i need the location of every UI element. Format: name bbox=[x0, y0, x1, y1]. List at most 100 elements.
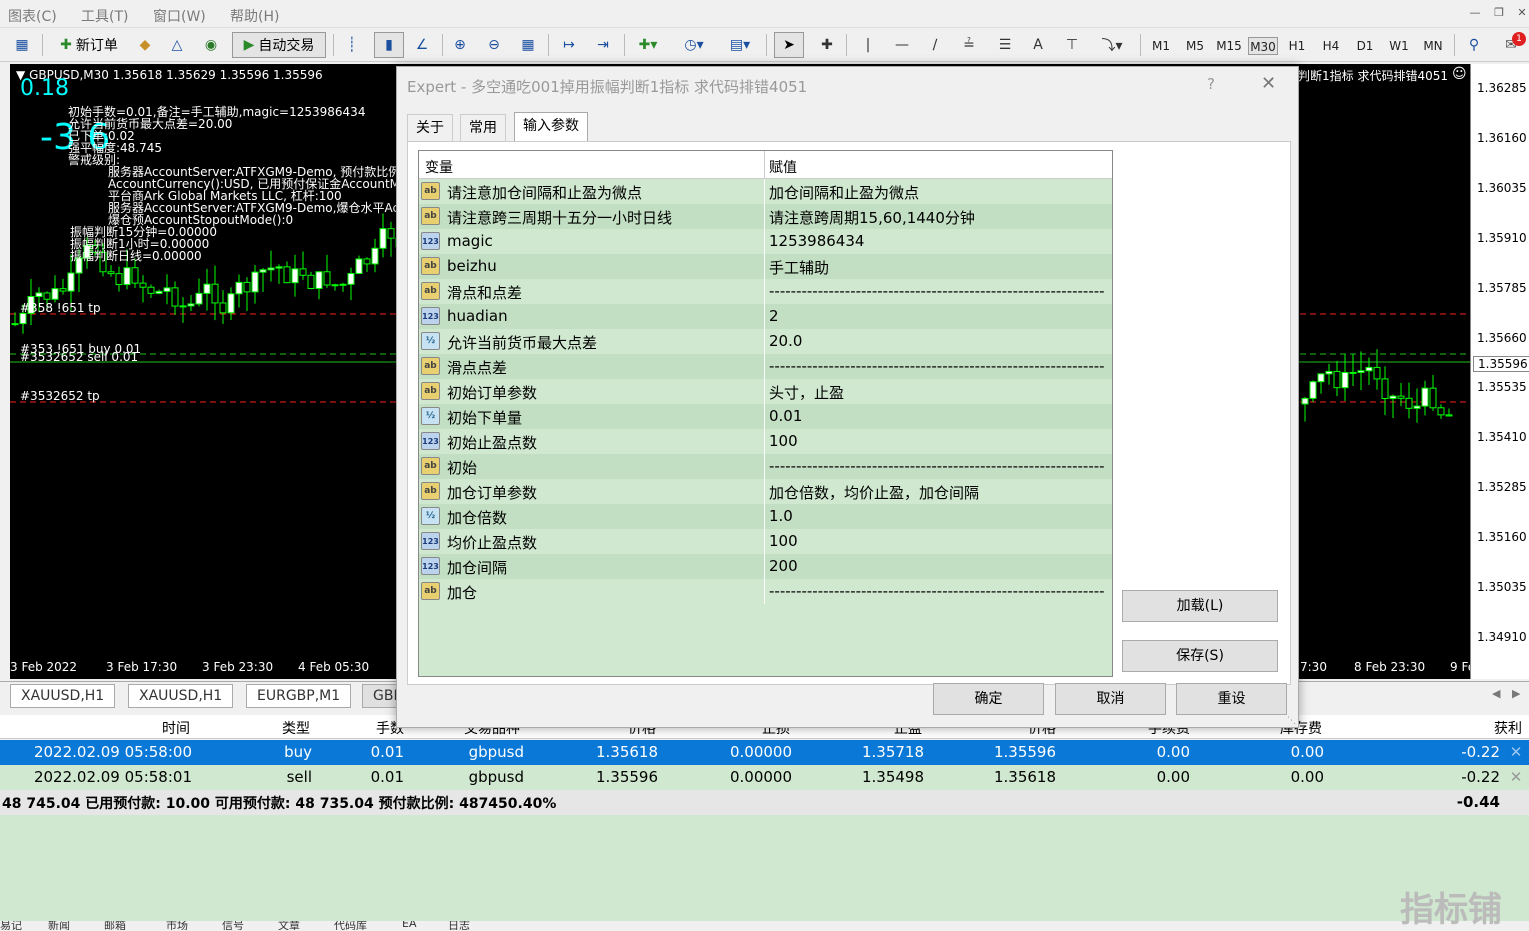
minimize-icon[interactable]: — bbox=[1465, 6, 1485, 24]
autoscroll-icon[interactable]: ⇥ bbox=[590, 32, 616, 58]
notification-icon[interactable]: ✉ 1 bbox=[1496, 32, 1526, 58]
param-value[interactable]: ----------------------------------------… bbox=[769, 282, 1105, 300]
market-icon[interactable]: ◉ bbox=[200, 32, 222, 58]
param-value[interactable]: 100 bbox=[769, 532, 1105, 550]
resize-grip-icon[interactable]: ⋱ bbox=[1287, 716, 1296, 726]
col-value[interactable]: 赋值 bbox=[769, 157, 797, 177]
text-tool-icon[interactable]: A bbox=[1026, 32, 1050, 58]
param-row[interactable]: ab 初始订单参数 头寸，止盈 bbox=[419, 379, 1112, 404]
terminal-tab[interactable]: 代码库 bbox=[334, 921, 367, 930]
chart-tab[interactable]: EURGBP,M1 bbox=[246, 684, 352, 708]
reset-button[interactable]: 重设 bbox=[1176, 683, 1287, 715]
periods-icon[interactable]: ◷▾ bbox=[676, 32, 712, 58]
param-row[interactable]: ab 初始 ------------------------------------… bbox=[419, 454, 1112, 479]
col-profit[interactable]: 获利 bbox=[1420, 718, 1522, 738]
param-value[interactable]: 100 bbox=[769, 432, 1105, 450]
param-value[interactable]: 请注意跨周期15,60,1440分钟 bbox=[769, 207, 1105, 228]
param-value[interactable]: 1253986434 bbox=[769, 232, 1105, 250]
terminal-tab[interactable]: 邮箱 bbox=[104, 921, 126, 930]
tab-inputs[interactable]: 输入参数 bbox=[514, 112, 588, 141]
load-button[interactable]: 加载(L) bbox=[1122, 590, 1278, 622]
text-label-icon[interactable]: ⊤ bbox=[1060, 32, 1084, 58]
channel-icon[interactable]: ≟ bbox=[956, 32, 982, 58]
bar-chart-icon[interactable]: ┊ bbox=[340, 32, 364, 58]
chart-tab[interactable]: XAUUSD,H1 bbox=[10, 684, 116, 708]
new-order-button[interactable]: ✚ 新订单 bbox=[50, 32, 128, 58]
trendline-icon[interactable]: ∕ bbox=[922, 32, 948, 58]
menu-window[interactable]: 窗口(W) bbox=[153, 6, 206, 26]
cancel-button[interactable]: 取消 bbox=[1055, 683, 1166, 715]
zoom-in-icon[interactable]: ⊕ bbox=[448, 32, 472, 58]
tab-common[interactable]: 常用 bbox=[460, 114, 506, 141]
restore-icon[interactable]: ❐ bbox=[1489, 6, 1509, 24]
chart-shift-icon[interactable]: ↦ bbox=[556, 32, 582, 58]
profiles-icon[interactable]: ▦ bbox=[10, 32, 34, 58]
terminal-tab[interactable]: 新闻 bbox=[48, 921, 70, 930]
param-value[interactable]: 1.0 bbox=[769, 507, 1105, 525]
tile-windows-icon[interactable]: ▦ bbox=[516, 32, 540, 58]
zoom-out-icon[interactable]: ⊖ bbox=[482, 32, 506, 58]
trade-row-buy[interactable]: 2022.02.09 05:58:00 buy 0.01 gbpusd 1.35… bbox=[0, 740, 1529, 765]
terminal-tab[interactable]: 信号 bbox=[222, 921, 244, 930]
tf-m30[interactable]: M30 bbox=[1248, 37, 1278, 55]
terminal-tab[interactable]: 日志 bbox=[448, 921, 470, 930]
param-value[interactable]: 手工辅助 bbox=[769, 257, 1105, 278]
crosshair-icon[interactable]: ✚ bbox=[814, 32, 840, 58]
param-value[interactable]: ----------------------------------------… bbox=[769, 582, 1105, 600]
param-value[interactable]: 加仓间隔和止盈为微点 bbox=[769, 182, 1105, 203]
tf-h4[interactable]: H4 bbox=[1316, 37, 1346, 55]
col-lots[interactable]: 手数 bbox=[340, 718, 404, 738]
trade-row-sell[interactable]: 2022.02.09 05:58:01 sell 0.01 gbpusd 1.3… bbox=[0, 765, 1529, 790]
menu-help[interactable]: 帮助(H) bbox=[230, 6, 279, 26]
param-value[interactable]: 20.0 bbox=[769, 332, 1105, 350]
param-row[interactable]: 123 加仓间隔 200 bbox=[419, 554, 1112, 579]
tf-mn[interactable]: MN bbox=[1418, 37, 1448, 55]
tf-d1[interactable]: D1 bbox=[1350, 37, 1380, 55]
chart-tab[interactable]: XAUUSD,H1 bbox=[128, 684, 234, 708]
param-value[interactable]: 200 bbox=[769, 557, 1105, 575]
param-row[interactable]: ab beizhu 手工辅助 bbox=[419, 254, 1112, 279]
param-value[interactable]: ----------------------------------------… bbox=[769, 357, 1105, 375]
param-value[interactable]: 头寸，止盈 bbox=[769, 382, 1105, 403]
price-axis[interactable]: 1.36285 1.36160 1.36035 1.35910 1.35785 … bbox=[1470, 64, 1529, 679]
close-order-icon[interactable]: ✕ bbox=[1508, 768, 1524, 786]
fibonacci-icon[interactable]: ☰ bbox=[992, 32, 1018, 58]
auto-trade-button[interactable]: ▶ 自动交易 bbox=[232, 32, 326, 58]
param-row[interactable]: ab 请注意加仓间隔和止盈为微点 加仓间隔和止盈为微点 bbox=[419, 179, 1112, 204]
tf-h1[interactable]: H1 bbox=[1282, 37, 1312, 55]
tab-scroll-left-icon[interactable]: ◀ bbox=[1492, 687, 1500, 700]
tf-w1[interactable]: W1 bbox=[1384, 37, 1414, 55]
param-row[interactable]: 123 huadian 2 bbox=[419, 304, 1112, 329]
param-row[interactable]: 123 初始止盈点数 100 bbox=[419, 429, 1112, 454]
dialog-close-icon[interactable]: ✕ bbox=[1261, 73, 1276, 94]
param-row[interactable]: ½ 允许当前货币最大点差 20.0 bbox=[419, 329, 1112, 354]
horizontal-line-icon[interactable]: — bbox=[890, 32, 914, 58]
terminal-tab[interactable]: 市场 bbox=[166, 921, 188, 930]
signals-icon[interactable]: △ bbox=[166, 32, 188, 58]
tf-m15[interactable]: M15 bbox=[1214, 37, 1244, 55]
line-chart-icon[interactable]: ∠ bbox=[410, 32, 434, 58]
terminal-tab[interactable]: 文章 bbox=[278, 921, 300, 930]
param-row[interactable]: ab 请注意跨三周期十五分一小时日线 请注意跨周期15,60,1440分钟 bbox=[419, 204, 1112, 229]
param-row[interactable]: ½ 初始下单量 0.01 bbox=[419, 404, 1112, 429]
candle-chart-icon[interactable]: ▮ bbox=[374, 32, 404, 58]
close-icon[interactable]: ✕ bbox=[1512, 6, 1529, 24]
col-type[interactable]: 类型 bbox=[240, 718, 310, 738]
save-button[interactable]: 保存(S) bbox=[1122, 640, 1278, 672]
param-row[interactable]: 123 magic 1253986434 bbox=[419, 229, 1112, 254]
param-value[interactable]: 0.01 bbox=[769, 407, 1105, 425]
param-value[interactable]: 加仓倍数，均价止盈，加仓间隔 bbox=[769, 482, 1105, 503]
param-value[interactable]: 2 bbox=[769, 307, 1105, 325]
param-row[interactable]: ab 加仓订单参数 加仓倍数，均价止盈，加仓间隔 bbox=[419, 479, 1112, 504]
cursor-icon[interactable]: ➤ bbox=[774, 32, 804, 58]
col-time[interactable]: 时间 bbox=[120, 718, 190, 738]
vertical-line-icon[interactable]: | bbox=[856, 32, 880, 58]
indicators-icon[interactable]: ✚▾ bbox=[630, 32, 666, 58]
param-row[interactable]: ½ 加仓倍数 1.0 bbox=[419, 504, 1112, 529]
param-value[interactable]: ----------------------------------------… bbox=[769, 457, 1105, 475]
templates-icon[interactable]: ▤▾ bbox=[722, 32, 758, 58]
ok-button[interactable]: 确定 bbox=[933, 683, 1044, 715]
param-row[interactable]: ab 加仓 ------------------------------------… bbox=[419, 579, 1112, 604]
col-variable[interactable]: 变量 bbox=[425, 157, 453, 177]
terminal-tab[interactable]: EA bbox=[402, 921, 416, 930]
